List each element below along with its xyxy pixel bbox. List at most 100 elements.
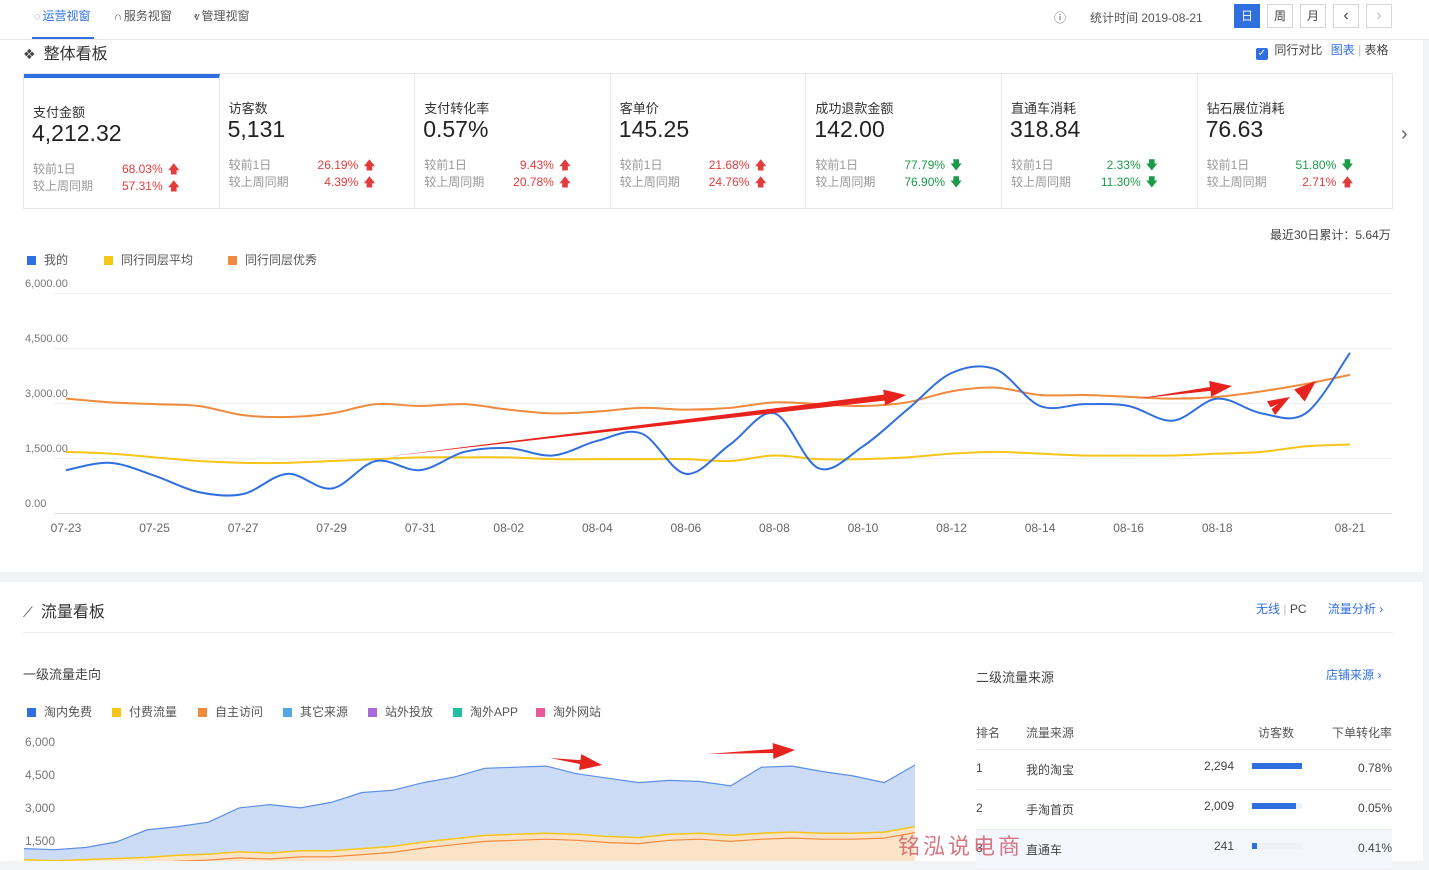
table-cell-conversion: 0.78% [1357,761,1392,775]
checkbox-icon[interactable]: ✓ [1256,48,1268,60]
metric-card[interactable]: 客单价 145.25 较前1日 较上周同期 21.68% 🡅 24.76% 🡅 [611,74,807,208]
compare-week-value: 2.71% 🡅 [1204,173,1354,194]
col-conversion[interactable]: 下单转化率 [1332,724,1392,741]
device-switch: 无线 | PC 流量分析 › [1256,600,1383,617]
chevron-right-icon: › [1377,668,1382,682]
headset-icon: ∩ [114,11,122,23]
metric-card[interactable]: 支付转化率 0.57% 较前1日 较上周同期 9.43% 🡅 20.78% 🡅 [415,74,611,208]
percent: 21.68% [708,158,750,172]
metric-value: 76.63 [1205,116,1264,142]
arrow-up-icon: 🡅 [1341,175,1354,189]
watermark: 铭泓说电商 [898,835,1024,860]
x-tick-label: 08-12 [936,521,967,535]
gridline [54,403,1392,404]
metric-value: 0.57% [423,116,489,142]
source-title: 二级流量来源 [976,670,1055,685]
peer-compare-toggle[interactable]: ✓ 同行对比 图表 | 表格 [1256,41,1389,60]
visitor-bar [1252,763,1302,769]
traffic-panel: ⟋ 流量看板 无线 | PC 流量分析 › 一级流量走向 淘内免费 付费流量 自主访问… [0,582,1423,861]
arrow-down-icon: 🡇 [1341,158,1354,172]
layers-icon: ❖ [23,46,36,62]
metric-card[interactable]: 访客数 5,131 较前1日 较上周同期 26.19% 🡅 4.39% 🡅 [220,74,416,208]
arrow-down-icon: 🡇 [950,175,963,189]
chevron-right-icon: › [1379,602,1384,616]
metric-card[interactable]: 成功退款金额 142.00 较前1日 较上周同期 77.79% 🡇 76.90% 🡇 [806,74,1002,208]
annotation-arrow [707,743,795,759]
gridline [54,458,1392,459]
percent: 2.71% [1302,175,1337,189]
x-tick-label: 07-25 [139,521,170,535]
y-tick-label: 6,000.00 [25,278,68,290]
metric-value: 145.25 [618,116,690,142]
table-cell-source[interactable]: 直通车 [1026,841,1062,858]
wireless-link[interactable]: 无线 [1256,602,1280,616]
x-tick-label: 08-10 [847,521,879,535]
col-visitors[interactable]: 访客数 [1258,724,1294,741]
overview-panel: ❖ 整体看板 ✓ 同行对比 图表 | 表格 支付金额 4,212.32 较前1日 较上周… [0,40,1423,572]
pc-link[interactable]: PC [1290,602,1307,616]
legend-peer-excellent[interactable]: 同行同层优秀 [228,251,317,268]
compare-week-value: 57.31% 🡅 [30,177,180,198]
store-source-link[interactable]: 店铺来源 › [1326,666,1381,683]
info-icon[interactable]: ⓘ [1054,9,1066,26]
active-tab-indicator [32,37,94,39]
period-week-button[interactable]: 周 [1267,4,1293,28]
view-chart-link[interactable]: 图表 [1331,43,1355,57]
percent: 77.79% [904,158,946,172]
table-cell-visitors: 241 [1213,839,1234,853]
compare-week-value: 20.78% 🡅 [421,173,571,194]
tab-management[interactable]: ⱴ 管理视窗 [194,0,250,40]
percent: 24.76% [708,175,750,189]
table-cell-source[interactable]: 手淘首页 [1026,801,1074,818]
next-date-button[interactable]: › [1366,4,1392,28]
prev-date-button[interactable]: ‹ [1333,4,1359,28]
period-month-button[interactable]: 月 [1300,4,1326,28]
cards-next-icon[interactable]: › [1401,123,1408,146]
shield-icon: ◌ [34,11,41,23]
period-day-button[interactable]: 日 [1234,4,1260,28]
table-cell-source[interactable]: 我的淘宝 [1026,761,1074,778]
percent: 76.90% [904,175,946,189]
metric-card[interactable]: 直通车消耗 318.84 较前1日 较上周同期 2.33% 🡇 11.30% 🡇 [1002,74,1198,208]
metric-name: 客单价 [619,101,659,116]
arrow-up-icon: 🡅 [754,158,767,172]
percent: 51.80% [1295,158,1337,172]
annotation-arrow [384,389,906,457]
arrow-up-icon: 🡅 [167,162,180,176]
table-cell-conversion: 0.41% [1357,841,1392,855]
stat-time: 统计时间 2019-08-21 [1090,11,1203,25]
overview-title-row: ❖ 整体看板 [23,40,108,64]
gridline [54,293,1392,294]
legend-swatch [228,256,237,265]
tab-operations[interactable]: ◌ 运营视窗 [34,0,91,40]
x-tick-label: 08-08 [759,521,790,535]
metric-card[interactable]: 支付金额 4,212.32 较前1日 较上周同期 68.03% 🡅 57.31% 🡅 [24,74,220,208]
arrow-down-icon: 🡇 [950,158,963,172]
percent: 68.03% [121,162,163,176]
hand-icon: ⱴ [194,11,200,23]
legend-peer-average[interactable]: 同行同层平均 [104,251,193,268]
row-divider [976,749,1392,750]
x-axis-line [54,513,1392,514]
metric-value: 5,131 [227,116,286,142]
view-table-link[interactable]: 表格 [1365,43,1389,57]
peer-compare-label: 同行对比 [1274,43,1323,57]
visitor-bar [1252,843,1258,849]
row-divider [976,789,1392,790]
annotation-arrow [1135,380,1232,399]
y-tick-label: 4,500.00 [25,333,68,345]
arrow-up-icon: 🡅 [558,175,572,189]
x-tick-label: 08-14 [1024,521,1056,535]
legend-mine[interactable]: 我的 [27,251,68,268]
x-tick-label: 08-16 [1113,521,1144,535]
arrow-down-icon: 🡇 [1145,158,1158,172]
traffic-area-chart[interactable] [0,582,940,861]
traffic-analysis-link[interactable]: 流量分析 › [1328,602,1383,616]
x-tick-label: 08-04 [581,521,613,535]
visitor-bar-track [1252,843,1302,849]
metric-card[interactable]: 钻石展位消耗 76.63 较前1日 较上周同期 51.80% 🡇 2.71% 🡅 [1198,74,1394,208]
y-tick-label: 1,500.00 [25,443,68,455]
tab-service[interactable]: ∩ 服务视窗 [114,0,172,40]
percent: 26.19% [317,158,359,172]
metric-value: 142.00 [814,116,885,142]
